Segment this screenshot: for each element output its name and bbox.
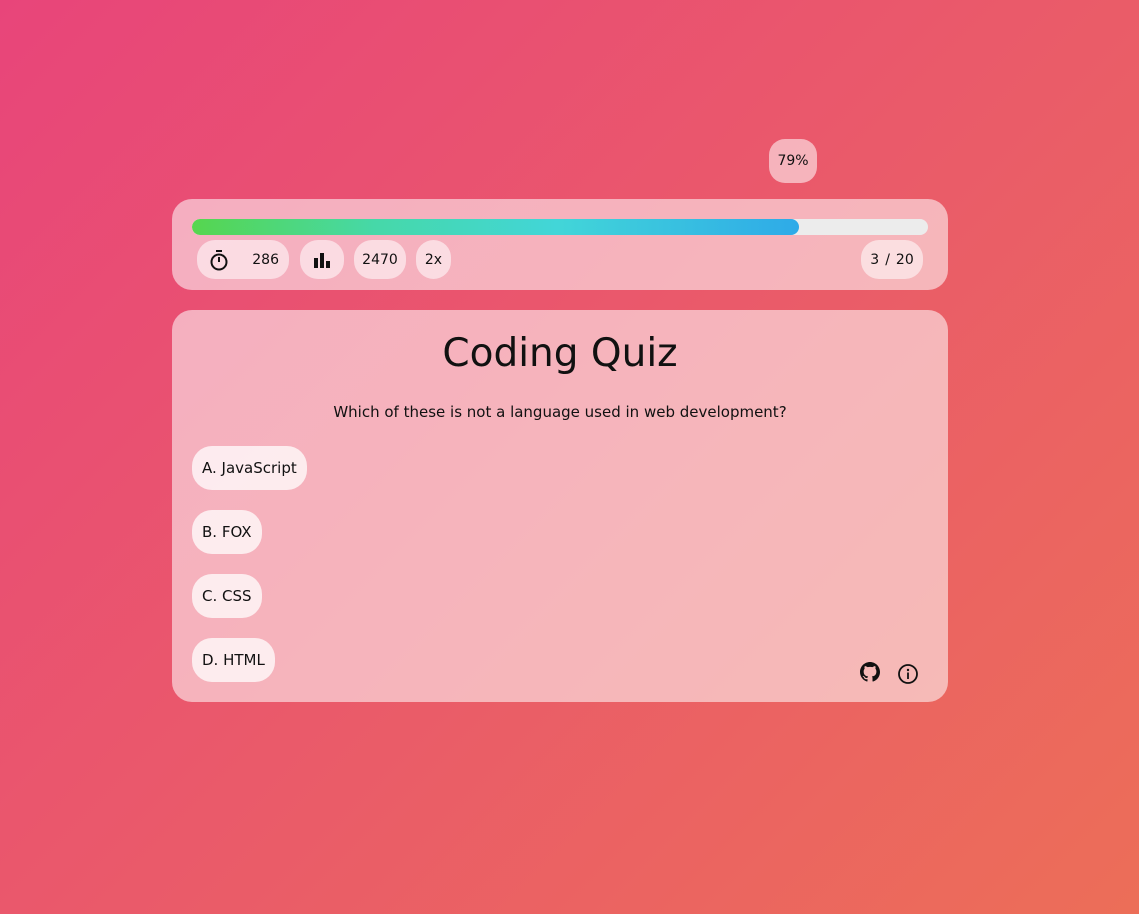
multiplier-value: 2x	[424, 251, 443, 268]
score-badge: 2470	[354, 240, 406, 279]
score-value: 2470	[362, 251, 398, 268]
quiz-card: Coding Quiz Which of these is not a lang…	[172, 310, 948, 702]
answer-option[interactable]: A. JavaScript	[192, 446, 307, 490]
answer-option[interactable]: D. HTML	[192, 638, 275, 682]
info-icon[interactable]	[896, 662, 920, 686]
status-panel: 286 2470 2x 3 / 20	[172, 199, 948, 290]
answer-option[interactable]: B. FOX	[192, 510, 262, 554]
timer-value: 286	[252, 251, 279, 268]
total-questions: 20	[895, 251, 914, 268]
progress-percent-label: 79%	[777, 153, 809, 169]
progress-percent-badge: 79%	[769, 139, 817, 183]
current-question: 3	[870, 251, 880, 268]
multiplier-badge: 2x	[416, 240, 451, 279]
github-icon[interactable]	[858, 660, 882, 684]
answer-option[interactable]: C. CSS	[192, 574, 262, 618]
counter-separator: /	[885, 251, 890, 268]
progress-bar-fill	[192, 219, 800, 235]
timer-badge: 286	[197, 240, 289, 279]
bar-chart-icon	[313, 251, 331, 269]
question-counter: 3 / 20	[861, 240, 923, 279]
quiz-title: Coding Quiz	[442, 331, 678, 376]
progress-bar	[192, 219, 928, 235]
stats-button[interactable]	[300, 240, 344, 279]
question-text: Which of these is not a language used in…	[333, 403, 787, 421]
stopwatch-icon	[209, 249, 229, 271]
